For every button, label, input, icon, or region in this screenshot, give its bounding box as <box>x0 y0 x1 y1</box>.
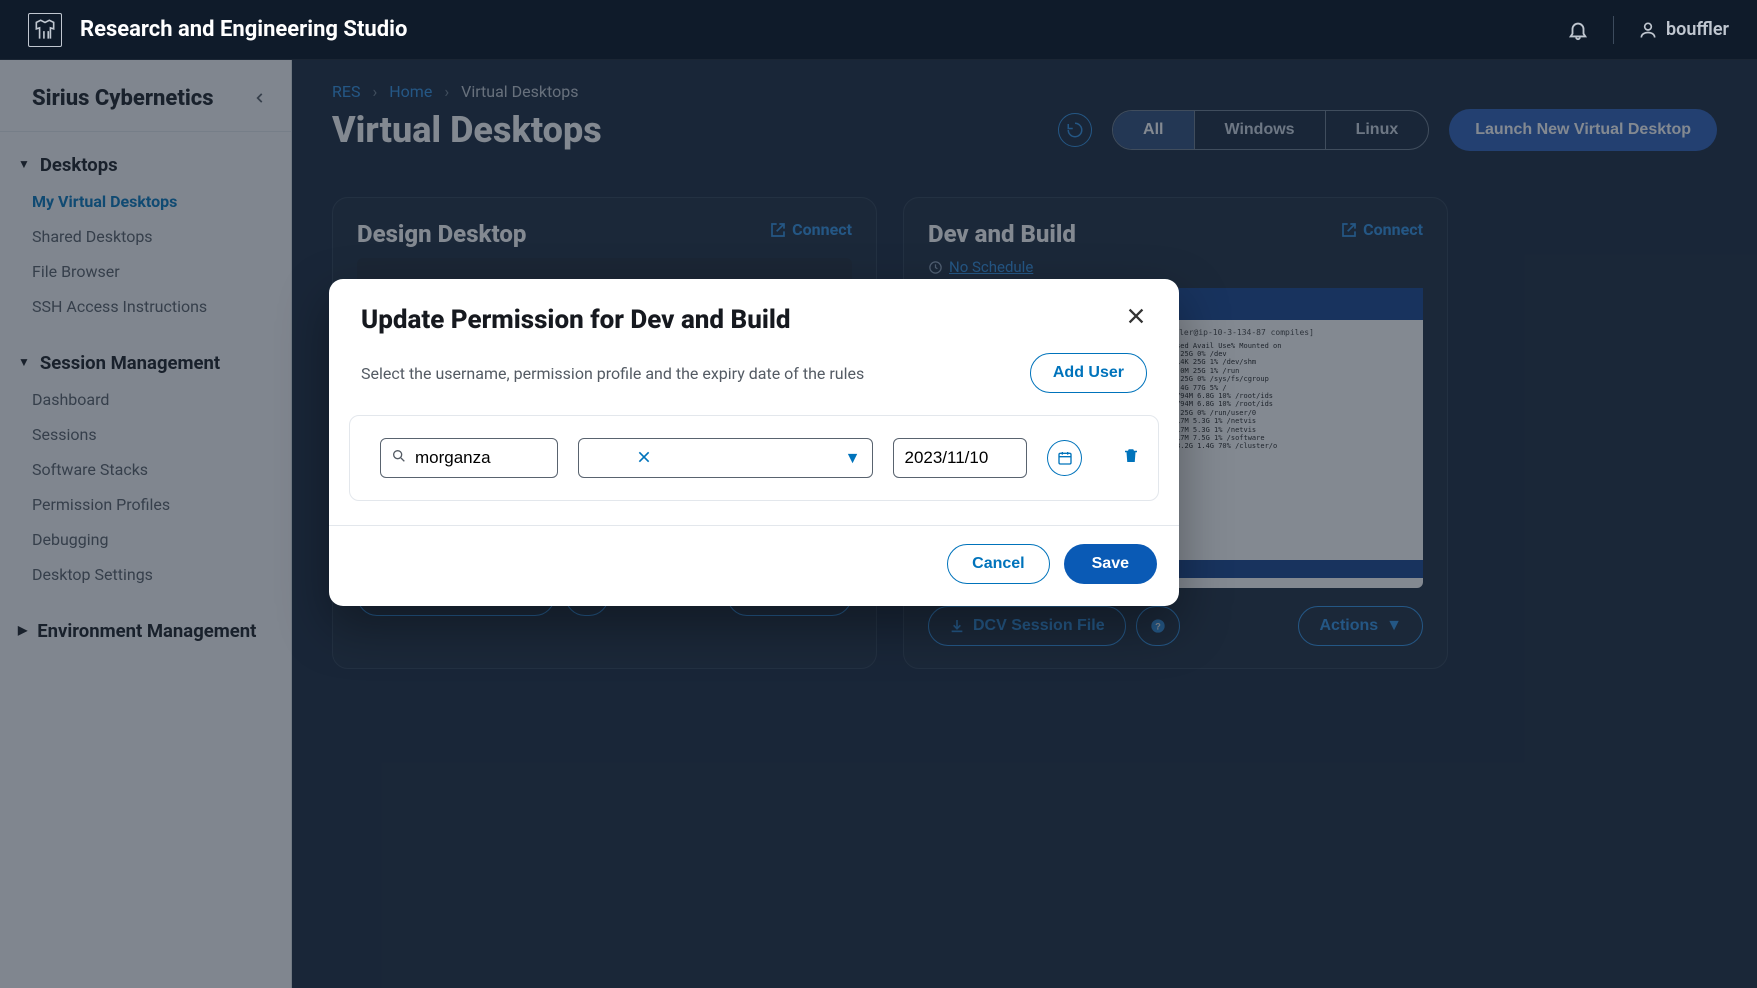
profile-input[interactable] <box>589 448 862 468</box>
product-title: Research and Engineering Studio <box>80 17 407 42</box>
modal-description: Select the username, permission profile … <box>361 364 864 383</box>
close-icon[interactable] <box>1125 305 1147 331</box>
search-icon <box>391 448 407 468</box>
permission-profile-select[interactable]: ▼ <box>578 438 873 478</box>
notifications-icon[interactable] <box>1567 19 1589 41</box>
update-permission-modal: Update Permission for Dev and Build Sele… <box>329 279 1179 606</box>
username-label: bouffler <box>1666 19 1729 40</box>
modal-title: Update Permission for Dev and Build <box>361 305 791 335</box>
save-button[interactable]: Save <box>1064 544 1157 584</box>
cancel-button[interactable]: Cancel <box>947 544 1049 584</box>
chevron-down-icon: ▼ <box>845 448 861 468</box>
header-divider <box>1613 16 1614 44</box>
app-header: Research and Engineering Studio bouffler <box>0 0 1757 60</box>
expiry-date-input-wrap <box>893 438 1027 478</box>
add-user-button[interactable]: Add User <box>1030 353 1147 393</box>
user-menu[interactable]: bouffler <box>1638 19 1729 40</box>
permission-rule-row: ▼ <box>349 415 1159 501</box>
username-input-wrap <box>380 438 558 478</box>
product-logo <box>28 13 62 47</box>
expiry-date-input[interactable] <box>904 448 1125 468</box>
